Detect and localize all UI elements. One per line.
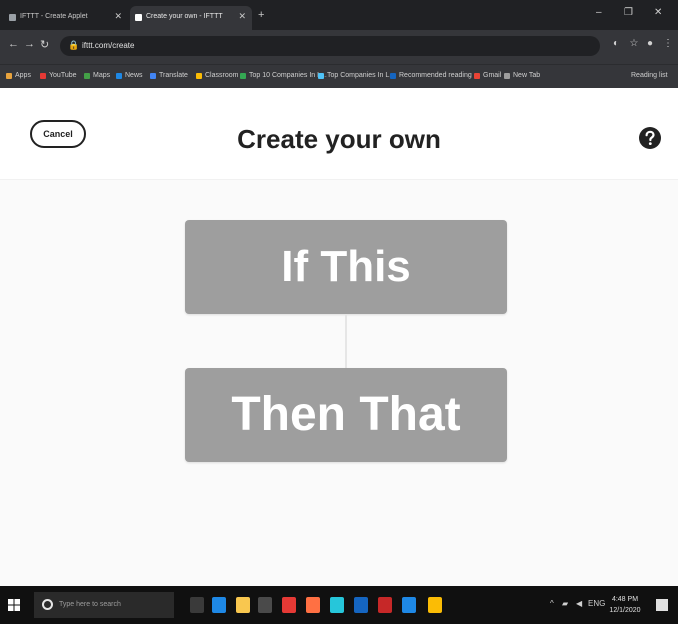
bookmark-favicon-icon xyxy=(240,73,246,79)
bookmark-item[interactable]: Top 10 Companies In L... xyxy=(240,72,327,79)
reading-list-button[interactable]: Reading list xyxy=(622,72,668,79)
bookmark-favicon-icon xyxy=(150,73,156,79)
bookmark-label: Recommended reading xyxy=(399,72,472,79)
close-tab-icon[interactable]: ✕ xyxy=(114,11,122,22)
bookmark-label: New Tab xyxy=(513,72,541,79)
windows-start-icon[interactable] xyxy=(8,599,20,611)
bookmark-favicon-icon xyxy=(390,73,396,79)
chrome-alt-icon[interactable] xyxy=(330,597,344,613)
file-explorer-icon[interactable] xyxy=(236,597,250,613)
bookmark-item[interactable]: Classroom xyxy=(196,72,238,79)
bookmark-favicon-icon xyxy=(474,73,480,79)
page-header: Cancel Create your own xyxy=(0,88,678,180)
address-bar[interactable]: 🔒 ifttt.com/create xyxy=(60,36,600,56)
tray-chevron-icon[interactable]: ^ xyxy=(550,599,554,608)
network-icon[interactable]: ▰ xyxy=(562,599,568,608)
task-view-icon[interactable] xyxy=(190,597,204,613)
bookmark-label: Top 10 Companies In L... xyxy=(249,72,327,79)
browser-tab[interactable]: IFTTT - Create Applet ✕ xyxy=(4,6,128,30)
then-that-button[interactable]: Then That xyxy=(185,368,507,462)
question-mark-icon[interactable] xyxy=(638,126,662,150)
bookmark-label: Maps xyxy=(93,72,111,79)
close-tab-icon[interactable]: ✕ xyxy=(238,11,246,22)
app-word-icon[interactable] xyxy=(402,597,416,613)
browser-toolbar: ← → ↻ 🔒 ifttt.com/create ◐ ☆ ● ⋮ xyxy=(0,30,678,64)
clock-time: 4:48 PM xyxy=(611,596,639,603)
page-content: Cancel Create your own If This Then That xyxy=(0,88,678,586)
bookmark-label: Classroom xyxy=(205,72,239,79)
bookmark-favicon-icon xyxy=(84,73,90,79)
firefox-icon[interactable] xyxy=(306,597,320,613)
bookmark-item[interactable]: YouTube xyxy=(40,72,77,79)
address-url[interactable]: ifttt.com/create xyxy=(82,41,134,50)
browser-tab-bar: IFTTT - Create Applet ✕ Create your own … xyxy=(0,0,678,30)
reload-button[interactable]: ↻ xyxy=(40,38,49,51)
bookmark-item[interactable]: News xyxy=(116,72,143,79)
applet-builder-canvas: If This Then That xyxy=(0,180,678,586)
app-red-icon[interactable] xyxy=(378,597,392,613)
close-window-button[interactable]: ✕ xyxy=(654,7,662,18)
opera-icon[interactable] xyxy=(282,597,296,613)
bookmark-favicon-icon xyxy=(6,73,12,79)
connector-line xyxy=(345,314,347,368)
bookmark-label: Apps xyxy=(15,72,31,79)
bookmark-label: Top Companies In L... xyxy=(327,72,396,79)
profile-icon[interactable]: ● xyxy=(644,38,656,52)
cortana-icon xyxy=(42,599,53,610)
search-placeholder: Type here to search xyxy=(59,601,121,608)
clock-date: 12/1/2020 xyxy=(609,607,641,614)
page-title: Create your own xyxy=(237,124,441,154)
bookmark-label: News xyxy=(125,72,143,79)
browser-tab-active[interactable]: Create your own - IFTTT ✕ xyxy=(130,6,252,30)
bookmark-favicon-icon xyxy=(504,73,510,79)
maximize-button[interactable]: ❐ xyxy=(624,7,633,18)
bookmark-item[interactable]: Recommended reading xyxy=(390,72,472,79)
forward-button[interactable]: → xyxy=(24,38,35,50)
volume-icon[interactable]: ◀ xyxy=(576,599,582,608)
edge-icon[interactable] xyxy=(212,597,226,613)
taskbar-search[interactable]: Type here to search xyxy=(34,592,174,618)
bookmark-label: Gmail xyxy=(483,72,502,79)
bookmark-item[interactable]: Translate xyxy=(150,72,188,79)
bookmarks-bar: Apps YouTube Maps News Translate Classroom Top… xyxy=(0,64,678,88)
bookmark-label: Translate xyxy=(159,72,188,79)
clock[interactable]: 4:48 PM 12/1/2020 xyxy=(604,594,646,616)
notification-icon[interactable] xyxy=(656,599,668,611)
bookmark-favicon-icon xyxy=(116,73,122,79)
chrome-icon[interactable] xyxy=(428,597,442,613)
favicon-icon xyxy=(135,14,142,21)
bookmark-star-icon[interactable]: ☆ xyxy=(628,38,640,52)
bookmark-item[interactable]: Apps xyxy=(6,72,31,79)
windows-taskbar: Type here to search ^ ▰ ◀ ENG 4:48 PM 12… xyxy=(0,586,678,624)
bookmark-label: YouTube xyxy=(49,72,77,79)
language-icon[interactable]: ENG xyxy=(588,599,605,608)
extension-icon[interactable]: ◐ xyxy=(610,38,622,52)
tab-title: IFTTT - Create Applet xyxy=(20,13,88,20)
bookmark-item[interactable]: Gmail xyxy=(474,72,501,79)
bookmark-item[interactable]: New Tab xyxy=(504,72,540,79)
favicon-icon xyxy=(9,14,16,21)
bookmark-favicon-icon xyxy=(196,73,202,79)
bookmark-favicon-icon xyxy=(318,73,324,79)
tab-title: Create your own - IFTTT xyxy=(146,13,223,20)
bookmark-item[interactable]: Top Companies In L... xyxy=(318,72,395,79)
bookmark-favicon-icon xyxy=(40,73,46,79)
new-tab-button[interactable]: + xyxy=(258,9,264,21)
app-blue-icon[interactable] xyxy=(354,597,368,613)
minimize-button[interactable]: – xyxy=(596,7,602,18)
if-this-button[interactable]: If This xyxy=(185,220,507,314)
store-icon[interactable] xyxy=(258,597,272,613)
bookmark-item[interactable]: Maps xyxy=(84,72,110,79)
back-button[interactable]: ← xyxy=(8,38,19,50)
menu-icon[interactable]: ⋮ xyxy=(662,38,674,52)
lock-icon: 🔒 xyxy=(68,40,80,50)
